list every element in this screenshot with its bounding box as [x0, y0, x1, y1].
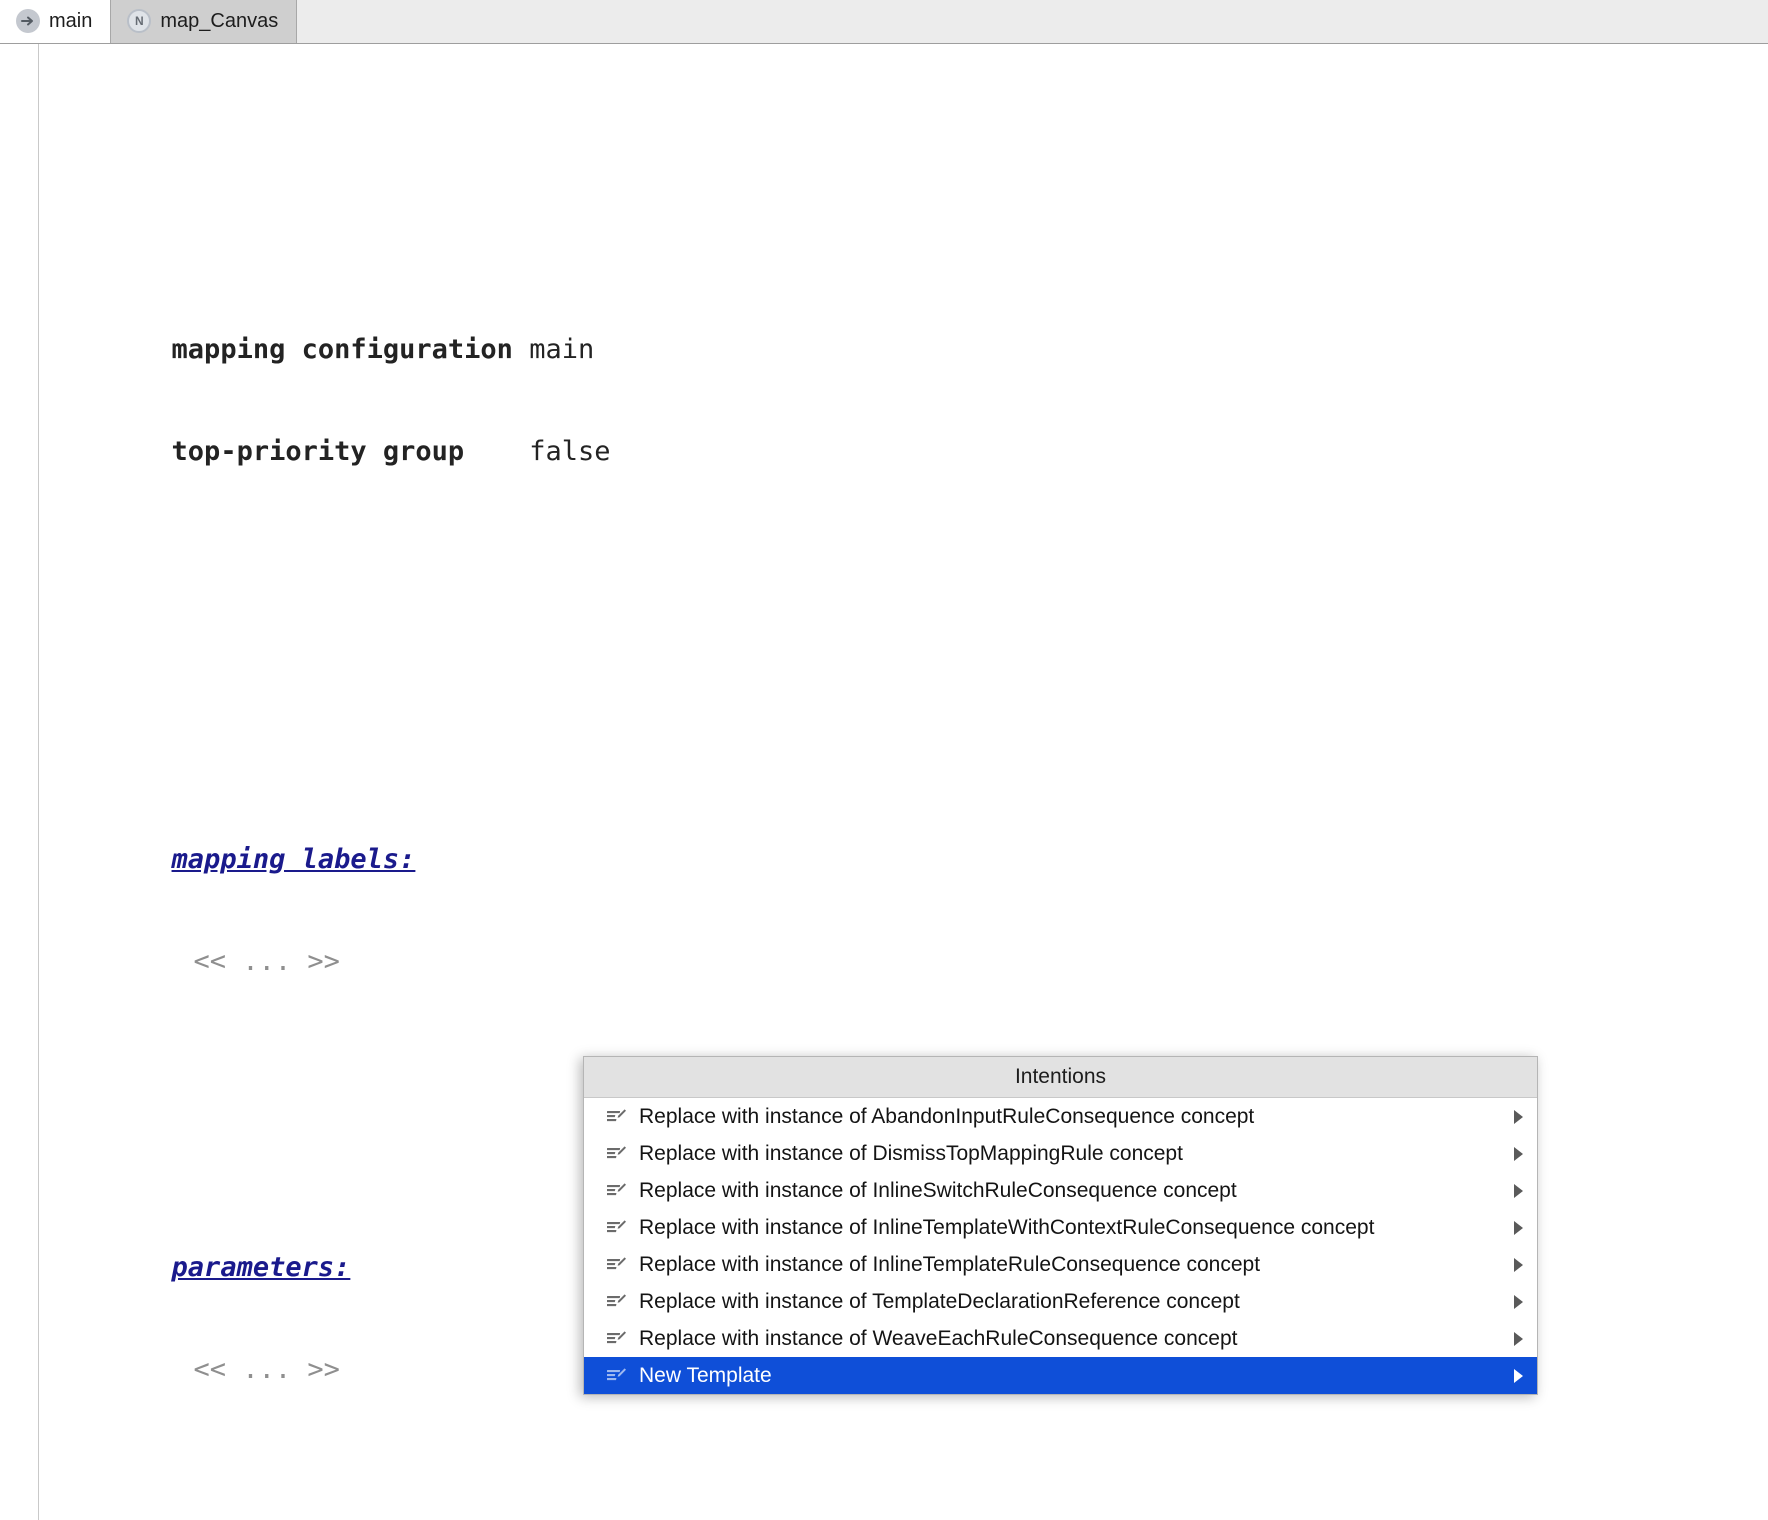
top-priority-group-keyword: top-priority group	[172, 436, 465, 467]
chevron-right-icon	[1514, 1110, 1523, 1124]
tab-main-label: main	[49, 10, 92, 33]
intention-item[interactable]: Replace with instance of AbandonInputRul…	[584, 1098, 1537, 1135]
intention-item-label: Replace with instance of InlineSwitchRul…	[639, 1179, 1237, 1203]
intention-item[interactable]: Replace with instance of DismissTopMappi…	[584, 1135, 1537, 1172]
edit-lines-icon	[606, 1106, 628, 1128]
intention-item[interactable]: Replace with instance of TemplateDeclara…	[584, 1283, 1537, 1320]
top-priority-group-value[interactable]: false	[529, 436, 610, 467]
intention-item[interactable]: Replace with instance of InlineSwitchRul…	[584, 1172, 1537, 1209]
intention-item[interactable]: Replace with instance of WeaveEachRuleCo…	[584, 1320, 1537, 1357]
tab-map-canvas-label: map_Canvas	[160, 10, 278, 33]
editor-tab-bar: main N map_Canvas	[0, 0, 1768, 44]
edit-lines-icon	[606, 1365, 628, 1387]
node-n-icon: N	[127, 9, 151, 33]
edit-lines-icon	[606, 1254, 628, 1276]
intention-item-label: Replace with instance of InlineTemplateR…	[639, 1253, 1260, 1277]
edit-lines-icon	[606, 1180, 628, 1202]
code-line-top-priority-group: top-priority group false	[38, 401, 1768, 435]
intention-item-label: Replace with instance of TemplateDeclara…	[639, 1290, 1240, 1314]
edit-lines-icon	[606, 1217, 628, 1239]
mapping-configuration-keyword: mapping configuration	[172, 334, 513, 365]
intention-item-new-template[interactable]: New Template	[584, 1357, 1537, 1394]
intention-item-label: New Template	[639, 1364, 772, 1388]
mapping-configuration-name[interactable]: main	[529, 334, 594, 365]
intention-item-label: Replace with instance of DismissTopMappi…	[639, 1142, 1183, 1166]
chevron-right-icon	[1514, 1184, 1523, 1198]
chevron-right-icon	[1514, 1221, 1523, 1235]
tab-map-canvas[interactable]: N map_Canvas	[111, 0, 297, 43]
collapsed-placeholder[interactable]: << ... >>	[194, 946, 340, 977]
intention-item-label: Replace with instance of AbandonInputRul…	[639, 1105, 1254, 1129]
editor-gutter	[0, 44, 39, 1520]
intentions-popup[interactable]: Intentions Replace with instance of Aban…	[583, 1056, 1538, 1395]
chevron-right-icon	[1514, 1147, 1523, 1161]
chevron-right-icon	[1514, 1258, 1523, 1272]
intention-item-label: Replace with instance of WeaveEachRuleCo…	[639, 1327, 1237, 1351]
tab-main[interactable]: main	[0, 0, 111, 43]
tab-bar-filler	[297, 0, 1768, 43]
arrow-right-circle-icon	[16, 9, 40, 33]
intentions-popup-title: Intentions	[584, 1057, 1537, 1098]
section-mapping-labels-body: << ... >>	[38, 911, 1768, 945]
intentions-title-label: Intentions	[1015, 1065, 1106, 1089]
section-parameters-title[interactable]: parameters:	[172, 1252, 351, 1283]
section-mapping-labels-title[interactable]: mapping labels:	[172, 844, 416, 875]
code-editor[interactable]: mapping configuration main top-priority …	[0, 44, 1768, 1520]
chevron-right-icon	[1514, 1295, 1523, 1309]
edit-lines-icon	[606, 1328, 628, 1350]
code-line-mapping-configuration: mapping configuration main	[38, 299, 1768, 333]
chevron-right-icon	[1514, 1369, 1523, 1383]
intention-item[interactable]: Replace with instance of InlineTemplateW…	[584, 1209, 1537, 1246]
intention-item[interactable]: Replace with instance of InlineTemplateR…	[584, 1246, 1537, 1283]
collapsed-placeholder[interactable]: << ... >>	[194, 1354, 340, 1385]
chevron-right-icon	[1514, 1332, 1523, 1346]
intention-item-label: Replace with instance of InlineTemplateW…	[639, 1216, 1374, 1240]
edit-lines-icon	[606, 1291, 628, 1313]
edit-lines-icon	[606, 1143, 628, 1165]
section-mapping-labels: mapping labels:	[38, 809, 1768, 843]
